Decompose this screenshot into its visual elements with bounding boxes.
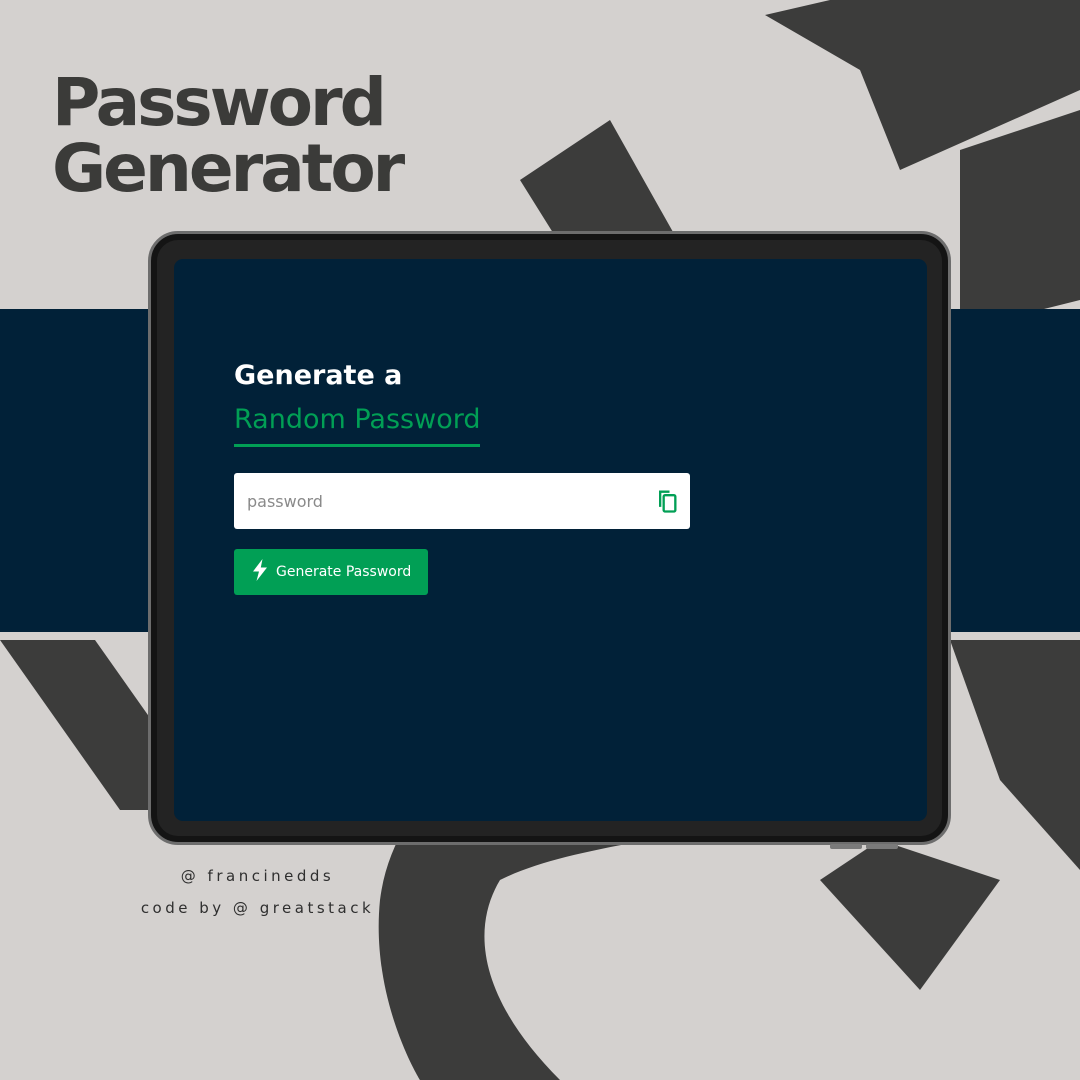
generate-password-label: Generate Password: [276, 564, 412, 580]
tablet-screen: Generate a Random Password password Gene…: [174, 259, 927, 821]
copy-icon[interactable]: [652, 487, 680, 515]
tablet-side-button: [830, 844, 862, 849]
password-input[interactable]: [234, 473, 634, 529]
heading-line1: Generate a: [234, 360, 403, 391]
poster-title-line2: Generator: [52, 130, 405, 207]
tablet-side-button: [866, 844, 898, 849]
password-generator-app: Generate a Random Password password Gene…: [234, 354, 690, 595]
credit-author: @ francinedds: [180, 867, 335, 885]
tablet-frame: Generate a Random Password password Gene…: [148, 231, 951, 845]
password-display: [234, 473, 690, 529]
poster-title: Password Generator: [52, 64, 405, 207]
lightning-icon: [250, 559, 270, 585]
generate-password-button[interactable]: Generate Password: [234, 549, 429, 595]
poster-title-line1: Password: [52, 64, 387, 141]
heading-line2: Random Password: [234, 398, 481, 447]
credit-code: code by @ greatstack: [140, 899, 375, 917]
app-heading: Generate a Random Password: [234, 354, 690, 447]
